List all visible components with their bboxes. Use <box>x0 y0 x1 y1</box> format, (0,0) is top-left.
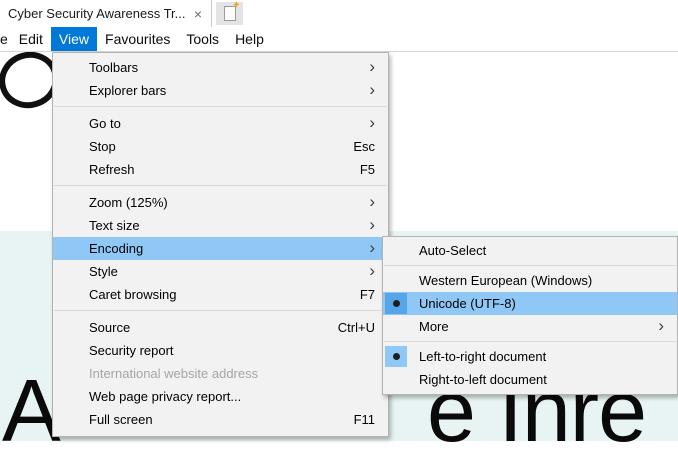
menu-item-label: Refresh <box>89 162 135 177</box>
menu-item-label: Style <box>89 264 118 279</box>
radio-selected-icon <box>385 293 407 314</box>
close-icon[interactable]: × <box>192 7 204 21</box>
menu-item-full-screen[interactable]: Full screen F11 <box>53 408 388 431</box>
menu-item-caret-browsing[interactable]: Caret browsing F7 <box>53 283 388 306</box>
menu-item-label: Encoding <box>89 241 143 256</box>
encoding-submenu: Auto-Select Western European (Windows) U… <box>382 236 678 395</box>
menu-separator <box>54 310 387 311</box>
menu-view[interactable]: View <box>51 27 97 51</box>
menu-item-toolbars[interactable]: Toolbars › <box>53 56 388 79</box>
shortcut-label: F5 <box>360 162 375 177</box>
menu-item-label: Explorer bars <box>89 83 166 98</box>
menu-item-label: Go to <box>89 116 121 131</box>
menu-item-style[interactable]: Style › <box>53 260 388 283</box>
menu-item-zoom[interactable]: Zoom (125%) › <box>53 191 388 214</box>
tab-title: Cyber Security Awareness Tr... <box>8 6 192 21</box>
new-tab-button[interactable]: ✦ <box>216 2 243 25</box>
shortcut-label: F11 <box>354 412 375 427</box>
shortcut-label: F7 <box>360 287 375 302</box>
menu-item-label: Stop <box>89 139 116 154</box>
menu-item-label: Full screen <box>89 412 153 427</box>
star-icon: ✦ <box>232 1 240 11</box>
menu-item-right-to-left-document[interactable]: Right-to-left document <box>383 368 677 391</box>
menu-item-left-to-right-document[interactable]: Left-to-right document <box>383 345 677 368</box>
shortcut-label: Esc <box>353 139 375 154</box>
menu-item-label: Web page privacy report... <box>89 389 241 404</box>
menu-item-label: Source <box>89 320 130 335</box>
menu-bar: e Edit View Favourites Tools Help <box>0 27 678 52</box>
menu-item-western-european[interactable]: Western European (Windows) <box>383 269 677 292</box>
menu-item-web-page-privacy-report[interactable]: Web page privacy report... <box>53 385 388 408</box>
menu-item-label: Text size <box>89 218 140 233</box>
shortcut-label: Ctrl+U <box>338 320 375 335</box>
menu-item-label: Security report <box>89 343 174 358</box>
menu-item-label: More <box>419 319 449 334</box>
browser-tab[interactable]: Cyber Security Awareness Tr... × <box>0 0 212 27</box>
menu-item-label: Auto-Select <box>419 243 486 258</box>
menu-item-auto-select[interactable]: Auto-Select <box>383 239 677 262</box>
menu-edit[interactable]: Edit <box>11 27 51 51</box>
menu-item-unicode-utf8[interactable]: Unicode (UTF-8) <box>383 292 677 315</box>
menu-separator <box>54 106 387 107</box>
menu-item-more[interactable]: More › <box>383 315 677 338</box>
menu-item-refresh[interactable]: Refresh F5 <box>53 158 388 181</box>
menu-item-explorer-bars[interactable]: Explorer bars › <box>53 79 388 102</box>
menu-help[interactable]: Help <box>227 27 272 51</box>
menu-item-label: Left-to-right document <box>419 349 546 364</box>
new-tab-page-icon: ✦ <box>224 6 236 21</box>
menu-file-clipped[interactable]: e <box>0 27 11 51</box>
menu-item-stop[interactable]: Stop Esc <box>53 135 388 158</box>
view-dropdown-menu: Toolbars › Explorer bars › Go to › Stop … <box>52 52 389 437</box>
menu-item-label: Toolbars <box>89 60 138 75</box>
menu-item-label: Caret browsing <box>89 287 176 302</box>
menu-separator <box>54 185 387 186</box>
menu-item-encoding[interactable]: Encoding › <box>53 237 388 260</box>
menu-item-international-website-address: International website address <box>53 362 388 385</box>
menu-item-label: International website address <box>89 366 258 381</box>
menu-item-security-report[interactable]: Security report <box>53 339 388 362</box>
menu-separator <box>384 265 676 266</box>
tab-bar: Cyber Security Awareness Tr... × ✦ <box>0 0 678 27</box>
menu-separator <box>384 341 676 342</box>
menu-item-go-to[interactable]: Go to › <box>53 112 388 135</box>
menu-item-label: Unicode (UTF-8) <box>419 296 516 311</box>
menu-item-label: Western European (Windows) <box>419 273 592 288</box>
menu-item-label: Right-to-left document <box>419 372 547 387</box>
menu-item-label: Zoom (125%) <box>89 195 168 210</box>
menu-item-text-size[interactable]: Text size › <box>53 214 388 237</box>
radio-selected-icon <box>385 346 407 367</box>
menu-tools[interactable]: Tools <box>178 27 227 51</box>
menu-favourites[interactable]: Favourites <box>97 27 178 51</box>
menu-item-source[interactable]: Source Ctrl+U <box>53 316 388 339</box>
